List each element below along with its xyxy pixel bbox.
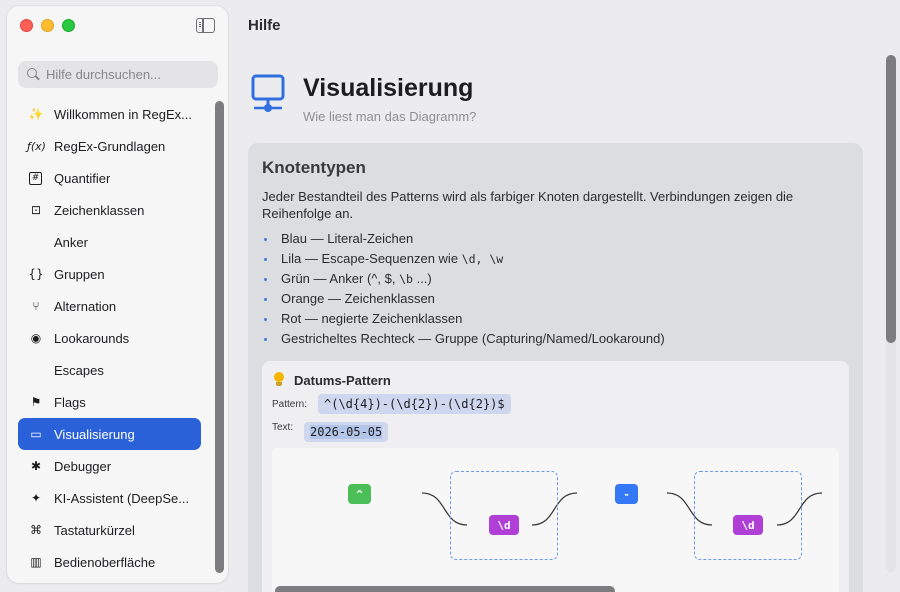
pattern-label: Pattern: — [272, 399, 308, 410]
sidebar: ✨ Willkommen in RegEx... ƒ(x) RegEx-Grun… — [7, 6, 228, 583]
braces-icon: {} — [28, 267, 44, 281]
list-item-text: Grün — Anker (^, $, — [281, 271, 400, 286]
sidebar-nav: ✨ Willkommen in RegEx... ƒ(x) RegEx-Grun… — [18, 98, 201, 578]
list-item: Grün — Anker (^, $, \b ...) — [264, 269, 665, 289]
list-item-text: Gestricheltes Rechteck — Gruppe (Capturi… — [281, 331, 665, 346]
command-icon: ⌘ — [30, 523, 42, 537]
list-item-text: Blau — Literal-Zeichen — [281, 231, 414, 246]
sidebar-item-debugger[interactable]: ✱ Debugger — [18, 450, 201, 482]
example-header: Datums-Pattern — [272, 372, 391, 388]
minimize-window-button[interactable] — [41, 19, 54, 32]
list-item-text: Orange — Zeichenklassen — [281, 291, 435, 306]
list-item: Orange — Zeichenklassen — [264, 289, 665, 309]
sidebar-item-label: Alternation — [54, 298, 117, 314]
main-scrollbar[interactable] — [886, 55, 896, 343]
sidebar-item-label: Lookarounds — [54, 330, 130, 346]
sidebar-toggle-icon[interactable] — [196, 18, 215, 33]
zoom-window-button[interactable] — [62, 19, 75, 32]
sidebar-item-anker[interactable]: Anker — [18, 226, 201, 258]
hash-box-icon: # — [29, 171, 42, 185]
regex-diagram[interactable]: ^ - \d \d — [272, 448, 839, 592]
list-item-code: \d, \w — [461, 252, 504, 266]
network-monitor-icon — [251, 74, 285, 112]
wand-icon: ✨ — [28, 107, 44, 121]
window-controls — [20, 19, 75, 32]
anchor-node[interactable]: ^ — [348, 484, 371, 504]
page-title: Visualisierung — [303, 74, 474, 102]
bug-icon: ✱ — [30, 459, 42, 473]
node-type-list: Blau — Literal-Zeichen Lila — Escape-Seq… — [264, 229, 665, 349]
list-item-text-suffix: ...) — [412, 271, 432, 286]
sidebar-item-quantifier[interactable]: # Quantifier — [18, 162, 201, 194]
sidebar-item-label: Gruppen — [54, 266, 105, 282]
sparkle-icon: ✦ — [30, 491, 42, 505]
page-subtitle: Wie liest man das Diagramm? — [303, 109, 477, 124]
close-window-button[interactable] — [20, 19, 33, 32]
bullet-icon — [264, 257, 267, 261]
search-input[interactable] — [46, 67, 216, 82]
list-item: Blau — Literal-Zeichen — [264, 229, 665, 249]
sidebar-item-alternation[interactable]: ⑂ Alternation — [18, 290, 201, 322]
search-icon — [27, 68, 40, 81]
list-item-text: Lila — Escape-Sequenzen wie — [281, 251, 462, 266]
section-intro: Jeder Bestandteil des Patterns wird als … — [262, 189, 794, 221]
sidebar-item-label: Anker — [54, 234, 88, 250]
literal-node[interactable]: - — [615, 484, 638, 504]
sidebar-item-willkommen[interactable]: ✨ Willkommen in RegEx... — [18, 98, 201, 130]
sidebar-item-label: Willkommen in RegEx... — [54, 106, 192, 122]
monitor-icon: ▭ — [30, 427, 42, 441]
sidebar-item-escapes[interactable]: Escapes — [18, 354, 201, 386]
sidebar-item-ki-assistent[interactable]: ✦ KI-Assistent (DeepSe... — [18, 482, 201, 514]
window-title: Hilfe — [248, 17, 281, 34]
sidebar-item-label: Quantifier — [54, 170, 111, 186]
sidebar-item-lookarounds[interactable]: ◉ Lookarounds — [18, 322, 201, 354]
bullet-icon — [264, 337, 267, 341]
sidebar-item-tastaturkuerzel[interactable]: ⌘ Tastaturkürzel — [18, 514, 201, 546]
sidebar-item-gruppen[interactable]: {} Gruppen — [18, 258, 201, 290]
escape-node[interactable]: \d — [489, 515, 519, 535]
list-item-code: \b — [399, 272, 413, 286]
bullet-icon — [264, 317, 267, 321]
diagram-horizontal-scrollbar[interactable] — [275, 586, 615, 592]
eye-icon: ◉ — [30, 331, 42, 345]
sidebar-item-bedienoberflaeche[interactable]: ▥ Bedienoberfläche — [18, 546, 201, 578]
text-value[interactable]: 2026-05-05 — [304, 422, 389, 442]
list-item: Rot — negierte Zeichenklassen — [264, 309, 665, 329]
example-title: Datums-Pattern — [294, 372, 391, 388]
sidebar-item-label: Visualisierung — [54, 426, 135, 442]
text-label: Text: — [272, 422, 294, 433]
pattern-value[interactable]: ^(\d{4})-(\d{2})-(\d{2})$ — [318, 394, 511, 414]
bullet-icon — [264, 297, 267, 301]
sidebar-item-visualisierung[interactable]: ▭ Visualisierung — [18, 418, 201, 450]
sidebar-item-label: Escapes — [54, 362, 104, 378]
knotentypen-card: Knotentypen Jeder Bestandteil des Patter… — [248, 143, 863, 592]
sidebar-item-flags[interactable]: ⚑ Flags — [18, 386, 201, 418]
sidebar-item-label: Bedienoberfläche — [54, 554, 156, 570]
sidebar-scrollbar[interactable] — [215, 101, 224, 573]
columns-icon: ▥ — [30, 555, 42, 569]
text-value-highlight: 2026-05-05 — [310, 425, 383, 439]
bullet-icon — [264, 277, 267, 281]
lightbulb-icon — [272, 372, 286, 388]
list-item: Gestricheltes Rechteck — Gruppe (Capturi… — [264, 329, 665, 349]
sidebar-item-label: RegEx-Grundlagen — [54, 138, 166, 154]
escape-node[interactable]: \d — [733, 515, 763, 535]
sidebar-item-label: Flags — [54, 394, 86, 410]
flag-icon: ⚑ — [30, 395, 42, 409]
function-icon: ƒ(x) — [27, 139, 46, 153]
sidebar-item-zeichenklassen[interactable]: ⊡ Zeichenklassen — [18, 194, 201, 226]
sidebar-item-label: KI-Assistent (DeepSe... — [54, 490, 190, 506]
fork-icon: ⑂ — [32, 299, 40, 313]
class-box-icon: ⊡ — [30, 203, 42, 217]
bullet-icon — [264, 237, 267, 241]
sidebar-item-grundlagen[interactable]: ƒ(x) RegEx-Grundlagen — [18, 130, 201, 162]
sidebar-item-label: Tastaturkürzel — [54, 522, 135, 538]
list-item-text: Rot — negierte Zeichenklassen — [281, 311, 463, 326]
sidebar-item-label: Debugger — [54, 458, 112, 474]
sidebar-item-label: Zeichenklassen — [54, 202, 145, 218]
example-box: Datums-Pattern Pattern: ^(\d{4})-(\d{2})… — [262, 361, 849, 592]
search-field[interactable] — [18, 61, 218, 88]
section-title: Knotentypen — [262, 158, 366, 177]
list-item: Lila — Escape-Sequenzen wie \d, \w — [264, 249, 665, 269]
